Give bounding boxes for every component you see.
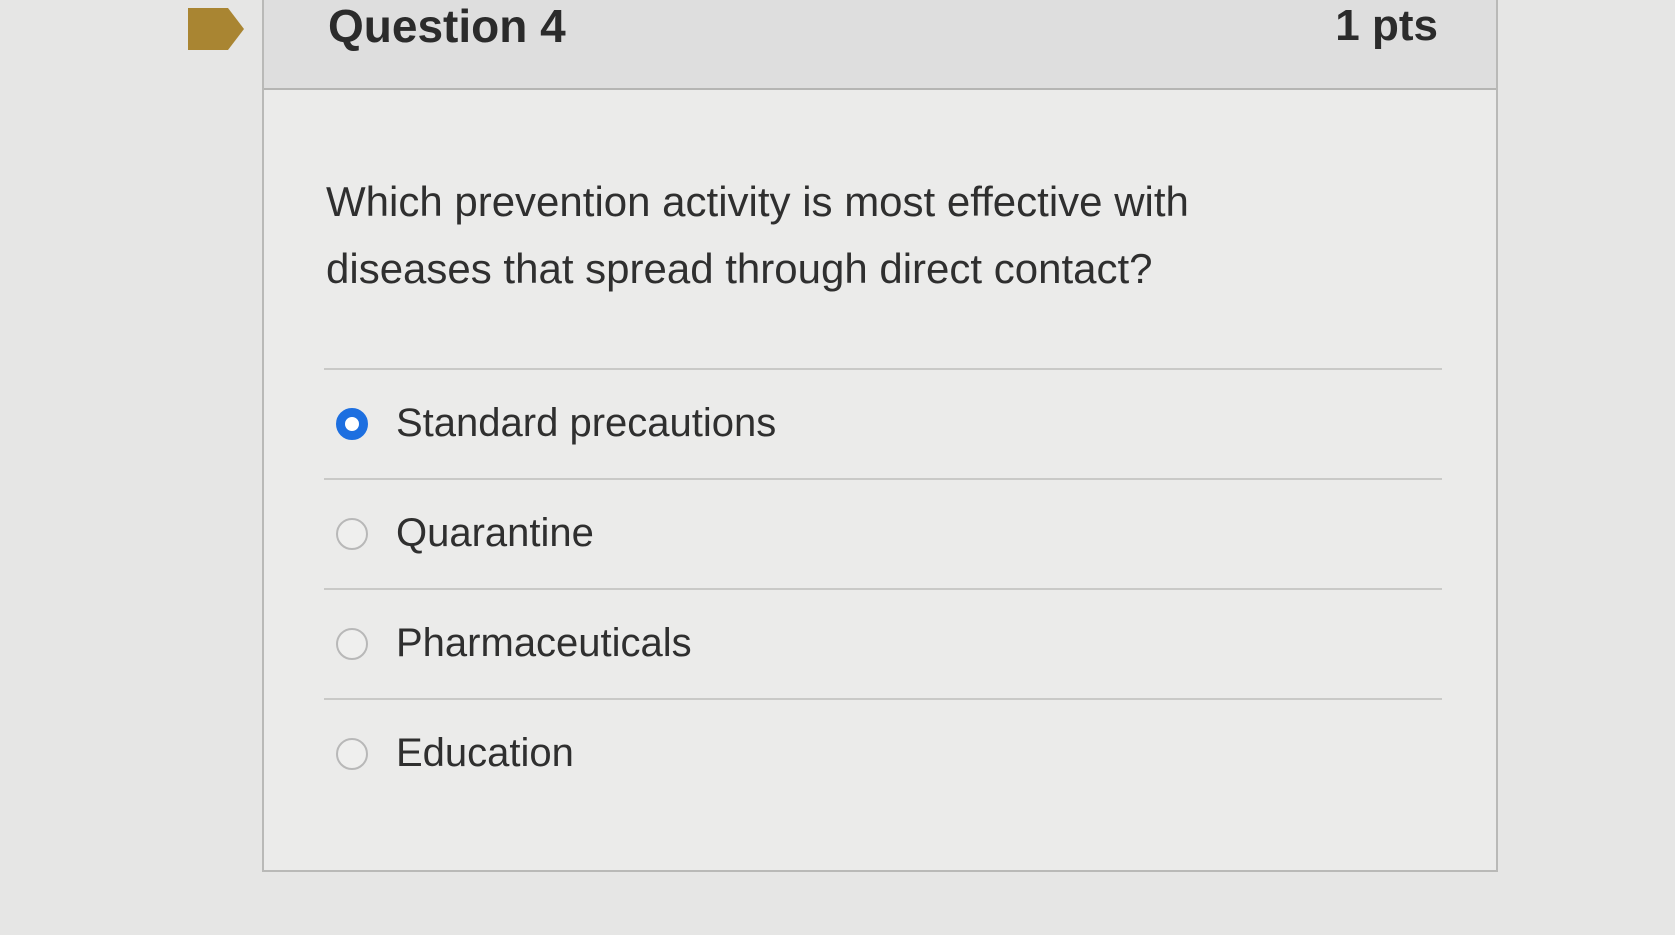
radio-unselected-icon[interactable] <box>336 628 368 660</box>
radio-unselected-icon[interactable] <box>336 518 368 550</box>
answer-label[interactable]: Education <box>396 728 574 778</box>
answer-label[interactable]: Quarantine <box>396 508 594 558</box>
question-title: Question 4 <box>328 0 566 52</box>
question-card: Question 4 1 pts Which prevention activi… <box>262 0 1498 872</box>
question-points: 1 pts <box>1335 1 1438 50</box>
answer-label[interactable]: Standard precautions <box>396 398 776 448</box>
answer-option-pharmaceuticals[interactable]: Pharmaceuticals <box>324 588 1442 698</box>
answer-option-quarantine[interactable]: Quarantine <box>324 478 1442 588</box>
answer-option-education[interactable]: Education <box>324 698 1442 808</box>
radio-selected-icon[interactable] <box>336 408 368 440</box>
flag-question-icon[interactable] <box>188 8 244 50</box>
answer-label[interactable]: Pharmaceuticals <box>396 618 692 668</box>
answer-list: Standard precautions Quarantine Pharmace… <box>324 368 1442 808</box>
radio-unselected-icon[interactable] <box>336 738 368 770</box>
question-text: Which prevention activity is most effect… <box>326 178 1189 292</box>
answer-option-standard-precautions[interactable]: Standard precautions <box>324 368 1442 478</box>
question-header: Question 4 1 pts <box>264 0 1496 90</box>
